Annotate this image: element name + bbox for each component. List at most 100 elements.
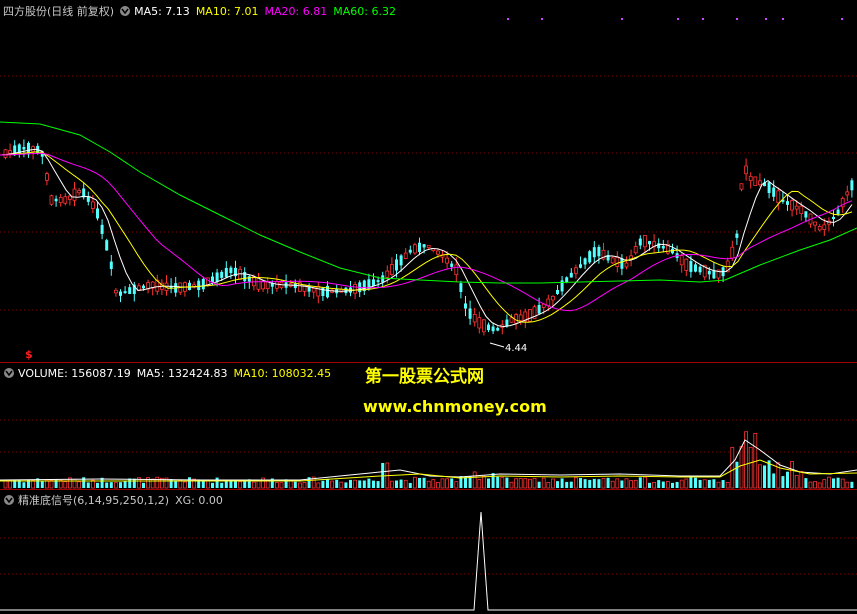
candle [509,313,514,323]
volume-bar [799,471,804,489]
volume-bar [330,480,335,489]
candle [500,319,505,335]
volume-bar [426,480,431,489]
candle [514,313,518,330]
candle [128,283,132,295]
volume-bar [220,482,224,488]
candle [845,185,850,202]
volume-bar [481,475,486,489]
candle [229,265,233,279]
volume-bar [389,480,394,489]
volume-bar [119,482,122,488]
candle [109,254,113,276]
volume-bar [376,481,380,488]
volume-bar [45,480,49,489]
candle [610,256,615,264]
volume-bar [58,479,63,489]
volume-bar [505,477,509,488]
volume-bar [399,479,403,488]
candle [496,326,500,332]
candle [808,213,813,228]
candle [188,280,191,291]
volume-bar [491,473,495,488]
volume-bar [8,480,13,489]
volume-bar [610,480,615,489]
candle [155,274,160,295]
candle [146,279,151,294]
volume-bar [698,479,702,488]
candle [49,194,54,207]
candle [615,251,620,273]
volume-bar [694,477,697,488]
chart-canvas: 4.44 $ [0,18,857,611]
candle [528,309,532,323]
volume-bar [546,482,551,489]
volume-bar [182,481,187,489]
candle [735,230,739,245]
volume-bar [633,479,638,489]
volume-bar [748,446,753,489]
volume-bar [684,478,689,489]
volume-bar [403,479,408,489]
volume-bar [487,478,490,488]
volume-bar [169,479,173,488]
volume-bar [518,478,523,489]
volume-bar [155,476,160,489]
candle [481,318,486,336]
volume-bar [702,479,707,489]
candle [114,288,118,297]
ma5-line [0,148,853,328]
volume-bar [725,481,730,489]
candle [850,178,854,198]
candle [786,194,789,211]
volume-bar [574,477,578,489]
candle [274,274,279,292]
candle [201,277,205,293]
volume-bar [763,465,766,488]
candle [556,285,559,295]
signal-marker: $ [25,348,33,361]
volume-bar [721,480,725,488]
candle [583,257,587,270]
volume-bar [804,478,808,488]
volume-bar [321,480,325,488]
volume-bar [579,478,582,488]
candle [679,253,684,273]
candle [767,181,771,199]
candle [477,311,482,334]
volume-bar [500,476,505,489]
candle [77,187,81,196]
volume-bar [418,477,421,488]
volume-bar [739,446,744,489]
volume-bar [565,481,569,488]
top-signal-dots [507,18,843,20]
volume-bar [643,476,647,489]
candle [182,281,187,297]
candle [159,279,164,295]
candle [408,245,412,255]
volume-bar [624,478,629,489]
volume-bar [435,482,440,489]
candle [169,278,173,294]
left-arrow-icon [489,342,505,348]
volume-bar [620,480,624,488]
candle [178,282,183,296]
volume-bar [450,478,454,488]
volume-bar [541,477,546,489]
candle [813,221,817,232]
candle [349,280,352,297]
volume-bar [77,481,81,489]
volume-bar [251,481,256,489]
volume-bar [353,479,358,489]
volume-bar [395,480,398,488]
volume-bar [712,479,716,488]
volume-ma-lines [0,439,857,482]
volume-bar [716,481,721,489]
candle [418,237,421,256]
volume-bar [372,480,375,488]
candle [197,278,201,298]
volume-bar [335,479,339,488]
volume-bar [477,479,482,489]
volume-bar [836,477,840,488]
candle [661,239,665,253]
